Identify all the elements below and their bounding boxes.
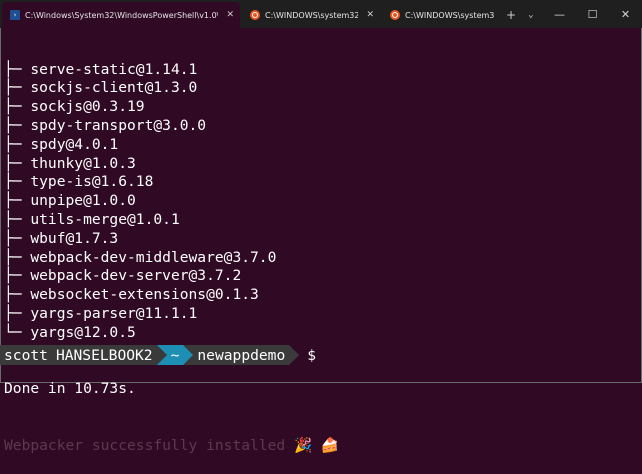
package-line: ├─ sockjs@0.3.19 (4, 98, 634, 117)
tab-title: C:\WINDOWS\system32\wsl.exe (265, 10, 359, 20)
tree-branch: ├─ (4, 98, 31, 116)
ubuntu-icon (390, 10, 400, 20)
terminal-output[interactable]: ├─ serve-static@1.14.1 ├─ sockjs-client@1… (4, 23, 634, 474)
package-line: ├─ spdy-transport@3.0.0 (4, 117, 634, 136)
close-tab-icon[interactable]: ✕ (366, 10, 374, 20)
package-line: ├─ webpack-dev-server@3.7.2 (4, 267, 634, 286)
package-line: └─ yargs@12.0.5 (4, 324, 634, 343)
package-list: ├─ serve-static@1.14.1 ├─ sockjs-client@1… (4, 61, 634, 343)
package-name: spdy-transport@3.0.0 (30, 116, 207, 134)
tree-branch: ├─ (4, 154, 31, 172)
package-name: sockjs@0.3.19 (30, 98, 145, 116)
tree-branch: ├─ (4, 286, 31, 304)
package-name: webpack-dev-middleware@3.7.0 (30, 248, 277, 266)
package-name: wbuf@1.7.3 (30, 229, 119, 247)
tab-title: C:\Windows\System32\WindowsPowerShell\v1… (25, 10, 218, 20)
package-line: ├─ webpack-dev-middleware@3.7.0 (4, 249, 634, 268)
shell-prompt: scott HANSELBOOK2 ~ newappdemo $ (0, 344, 316, 366)
prompt-symbol: $ (307, 346, 317, 364)
package-name: sockjs-client@1.3.0 (30, 79, 198, 97)
package-line: ├─ wbuf@1.7.3 (4, 230, 634, 249)
tree-branch: ├─ (4, 267, 31, 285)
tree-branch: ├─ (4, 192, 31, 210)
package-line: ├─ utils-merge@1.0.1 (4, 211, 634, 230)
tree-branch: ├─ (4, 116, 31, 134)
powershell-icon: › (10, 10, 20, 20)
tree-branch: ├─ (4, 173, 31, 191)
package-line: ├─ spdy@4.0.1 (4, 136, 634, 155)
powerline-separator (183, 345, 194, 365)
tree-branch: ├─ (4, 229, 31, 247)
package-name: utils-merge@1.0.1 (30, 210, 180, 228)
package-line: ├─ yargs-parser@11.1.1 (4, 305, 634, 324)
package-line: ├─ sockjs-client@1.3.0 (4, 79, 634, 98)
package-name: websocket-extensions@0.1.3 (30, 286, 259, 304)
prompt-dir: ~ (166, 345, 184, 365)
package-line: ├─ thunky@1.0.3 (4, 155, 634, 174)
package-name: serve-static@1.14.1 (30, 60, 198, 78)
package-line: ├─ serve-static@1.14.1 (4, 61, 634, 80)
package-name: thunky@1.0.3 (30, 154, 136, 172)
tree-branch: └─ (4, 323, 31, 341)
tree-branch: ├─ (4, 79, 31, 97)
powerline-separator (156, 345, 167, 365)
tree-branch: ├─ (4, 210, 31, 228)
ubuntu-icon (250, 10, 260, 20)
package-name: webpack-dev-server@3.7.2 (30, 267, 242, 285)
package-name: yargs@12.0.5 (30, 323, 136, 341)
tree-branch: ├─ (4, 135, 31, 153)
package-line: ├─ websocket-extensions@0.1.3 (4, 286, 634, 305)
package-line: ├─ type-is@1.6.18 (4, 173, 634, 192)
close-tab-icon[interactable]: ✕ (226, 10, 234, 20)
tree-branch: ├─ (4, 248, 31, 266)
prompt-host: HANSELBOOK2 (51, 345, 157, 365)
webpacker-line: Webpacker successfully installed 🎉 🍰 (4, 436, 340, 454)
tree-branch: ├─ (4, 304, 31, 322)
prompt-user: scott (0, 345, 52, 365)
package-name: unpipe@1.0.0 (30, 192, 136, 210)
prompt-repo: newappdemo (193, 345, 290, 365)
tree-branch: ├─ (4, 60, 31, 78)
package-name: yargs-parser@11.1.1 (30, 304, 198, 322)
package-name: spdy@4.0.1 (30, 135, 119, 153)
powerline-separator (289, 345, 300, 365)
tab-title: C:\WINDOWS\system32\wsl.exe (405, 10, 494, 20)
package-name: type-is@1.6.18 (30, 173, 154, 191)
package-line: ├─ unpipe@1.0.0 (4, 192, 634, 211)
